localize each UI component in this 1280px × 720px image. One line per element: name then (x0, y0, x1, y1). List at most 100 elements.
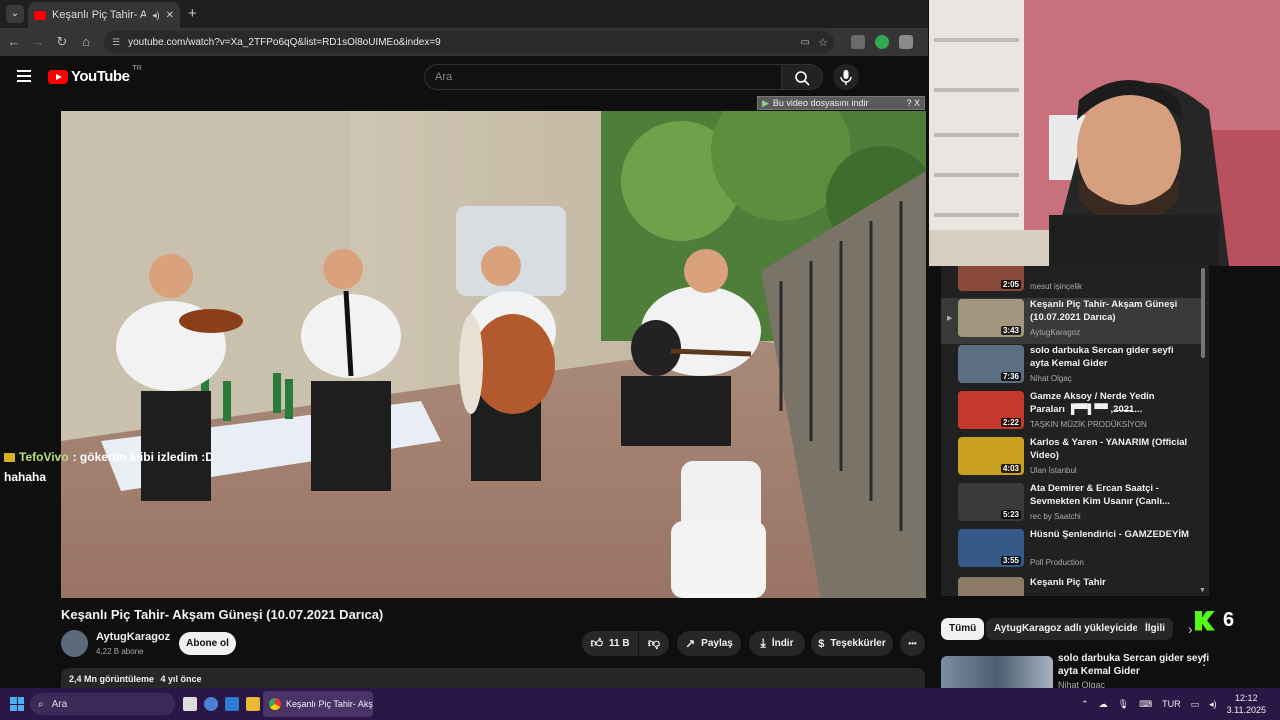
playlist-item[interactable]: 4:03 Karlos & Yaren - YANARIM (Official V… (941, 436, 1201, 482)
reload-icon[interactable]: ↻ (54, 34, 70, 50)
url-text: youtube.com/watch?v=Xa_2TFPo6qQ&list=RD1… (128, 36, 441, 48)
youtube-favicon-icon (34, 10, 46, 20)
playlist-thumbnail[interactable]: 5:23 (958, 483, 1024, 521)
network-icon[interactable]: ▭ (1191, 699, 1200, 710)
playlist-item[interactable]: ▶ 3:43 Keşanlı Piç Tahir- Akşam Güneşi (10… (941, 298, 1201, 344)
playlist-thumbnail[interactable]: 7:36 (958, 345, 1024, 383)
channel-name[interactable]: AytugKaragoz (96, 631, 170, 643)
start-icon[interactable] (10, 697, 24, 711)
playlist-title[interactable]: Gamze Aksoy / Nerde Yedin Paraları ▐▀▀▌▀… (1030, 390, 1190, 416)
dislike-button[interactable]: 👎︎ (639, 631, 669, 656)
language-indicator[interactable]: TUR (1162, 699, 1181, 709)
playlist-title[interactable]: Hüsnü Şenlendirici - GAMZEDEYİM (1030, 528, 1190, 541)
playlist-panel: 2:05roman düğünleri 2021 yenimesut işinç… (941, 266, 1209, 596)
like-count: 11 B (608, 638, 630, 649)
playlist-thumbnail[interactable]: 3:55 (958, 529, 1024, 567)
playlist-title[interactable]: Karlos & Yaren - YANARIM (Official Video… (1030, 436, 1190, 462)
like-button[interactable]: 👍︎ 11 B (582, 631, 638, 656)
hamburger-menu-icon[interactable] (17, 70, 31, 82)
playlist-duration: 2:22 (1000, 418, 1021, 427)
taskbar-search[interactable]: ⌕ Ara (30, 693, 175, 715)
recommended-video[interactable]: solo darbuka Sercan gider seyfi ayta Kem… (941, 652, 1221, 688)
thanks-button[interactable]: $ Teşekkürler (811, 631, 893, 656)
mic-tray-icon[interactable]: 🎙︎ (1118, 699, 1129, 710)
chip-all[interactable]: Tümü (941, 618, 985, 640)
playlist-title[interactable]: solo darbuka Sercan gider seyfi ayta Kem… (1030, 344, 1190, 370)
url-bar[interactable]: ☰ youtube.com/watch?v=Xa_2TFPo6qQ&list=R… (104, 31, 834, 53)
speaker-icon[interactable]: ◂) (152, 10, 160, 21)
chips-next-arrow-icon[interactable]: › (1188, 621, 1193, 637)
download-button[interactable]: ⤓ İndir (749, 631, 805, 656)
windows-taskbar: ⌕ Ara Keşanlı Piç Tahir- Akşam ⌃ ☁ 🎙︎ ⌨ … (0, 688, 1280, 720)
playlist-item[interactable]: 2:22 Gamze Aksoy / Nerde Yedin Paraları ▐… (941, 390, 1201, 436)
search-button[interactable] (781, 64, 823, 90)
tab-search-button[interactable]: ⌄ (6, 5, 24, 23)
playlist-item[interactable]: 3:55 Hüsnü Şenlendirici - GAMZEDEYİM Poll … (941, 528, 1201, 574)
search-input[interactable]: Ara (424, 64, 782, 90)
site-info-icon[interactable]: ☰ (112, 37, 120, 48)
chip-from-uploader[interactable]: AytugKaragoz adlı yükleyiciden (986, 618, 1153, 640)
onedrive-icon[interactable]: ☁ (1099, 699, 1108, 710)
playlist-title[interactable]: Keşanlı Piç Tahir (1030, 576, 1190, 589)
extension-shield-icon[interactable] (851, 35, 865, 49)
voice-search-button[interactable] (833, 64, 859, 90)
description-box[interactable]: 2,4 Mn görüntüleme 4 yıl önce (61, 668, 925, 690)
download-label: Bu video dosyasını indir (772, 98, 869, 108)
download-label: İndir (771, 638, 794, 649)
playlist-thumbnail[interactable]: 2:22 (958, 391, 1024, 429)
bookmark-star-icon[interactable]: ☆ (818, 36, 828, 49)
download-play-icon: ▶ (762, 97, 769, 108)
browser-tab-active[interactable]: Keşanlı Piç Tahir- Akşam Gü ◂) ✕ (28, 2, 180, 28)
forward-arrow-icon[interactable]: → (30, 34, 46, 50)
clock[interactable]: 12:12 3.11.2025 (1227, 692, 1266, 716)
share-button[interactable]: ↗ Paylaş (677, 631, 741, 656)
playlist-item[interactable]: 7:36 solo darbuka Sercan gider seyfi ayta… (941, 344, 1201, 390)
subscribe-button[interactable]: Abone ol (179, 632, 236, 655)
volume-icon[interactable]: ◂) (1209, 699, 1217, 710)
playlist-channel: TAŞKIN MÜZİK PRODÜKSİYON (1030, 420, 1147, 429)
playlist-duration: 3:55 (1000, 556, 1021, 565)
taskbar-chrome-window[interactable]: Keşanlı Piç Tahir- Akşam (263, 691, 373, 717)
chip-related[interactable]: İlgili (1137, 618, 1173, 640)
playlist-title[interactable]: Keşanlı Piç Tahir- Akşam Güneşi (10.07.2… (1030, 298, 1190, 324)
upload-age: 4 yıl önce (160, 674, 202, 684)
reco-title[interactable]: solo darbuka Sercan gider seyfi ayta Kem… (1058, 652, 1218, 678)
task-view-icon[interactable] (183, 697, 197, 711)
tab-title: Keşanlı Piç Tahir- Akşam Gü (52, 9, 147, 21)
extensions-puzzle-icon[interactable] (899, 35, 913, 49)
kick-logo-icon (1195, 610, 1215, 631)
playlist-thumbnail[interactable]: 2:05 (958, 266, 1024, 291)
playlist-channel: Nihat Olgaç (1030, 374, 1072, 383)
keyboard-icon[interactable]: ⌨ (1139, 699, 1152, 710)
download-helper-bar[interactable]: ▶ Bu video dosyasını indir ? X (757, 96, 925, 110)
extension-green-icon[interactable] (875, 35, 889, 49)
youtube-logo[interactable]: YouTube TR (48, 65, 142, 85)
youtube-header: YouTube TR Ara (0, 56, 928, 98)
install-icon[interactable]: ▭ (801, 37, 810, 48)
copilot-icon[interactable] (204, 697, 218, 711)
viewer-count: 6 (1223, 609, 1235, 631)
tray-overflow-icon[interactable]: ⌃ (1081, 699, 1089, 710)
playlist-scrollbar[interactable]: ▼ (1199, 268, 1207, 594)
edge-icon[interactable] (225, 697, 239, 711)
playlist-thumbnail[interactable] (958, 577, 1024, 596)
more-actions-button[interactable]: ••• (900, 631, 925, 656)
playlist-title[interactable]: Ata Demirer & Ercan Saatçi - Sevmekten K… (1030, 482, 1190, 508)
file-explorer-icon[interactable] (246, 697, 260, 711)
channel-avatar[interactable] (61, 630, 88, 657)
tab-close-icon[interactable]: ✕ (166, 10, 174, 21)
playlist-thumbnail[interactable]: 3:43 (958, 299, 1024, 337)
home-icon[interactable]: ⌂ (78, 34, 94, 50)
playlist-thumbnail[interactable]: 4:03 (958, 437, 1024, 475)
video-player[interactable] (61, 111, 926, 598)
playlist-item[interactable]: Keşanlı Piç Tahir (941, 576, 1201, 596)
new-tab-button[interactable]: + (188, 5, 197, 22)
back-arrow-icon[interactable]: ← (6, 34, 22, 50)
playlist-item[interactable]: 5:23 Ata Demirer & Ercan Saatçi - Sevmekt… (941, 482, 1201, 528)
reco-menu-icon[interactable]: ⋮ (1198, 654, 1210, 668)
playlist-duration: 5:23 (1000, 510, 1021, 519)
download-close[interactable]: ? X (906, 98, 924, 108)
playlist-duration: 4:03 (1000, 464, 1021, 473)
reco-thumbnail[interactable] (941, 656, 1053, 688)
playlist-item[interactable]: 2:05roman düğünleri 2021 yenimesut işinç… (941, 266, 1201, 298)
